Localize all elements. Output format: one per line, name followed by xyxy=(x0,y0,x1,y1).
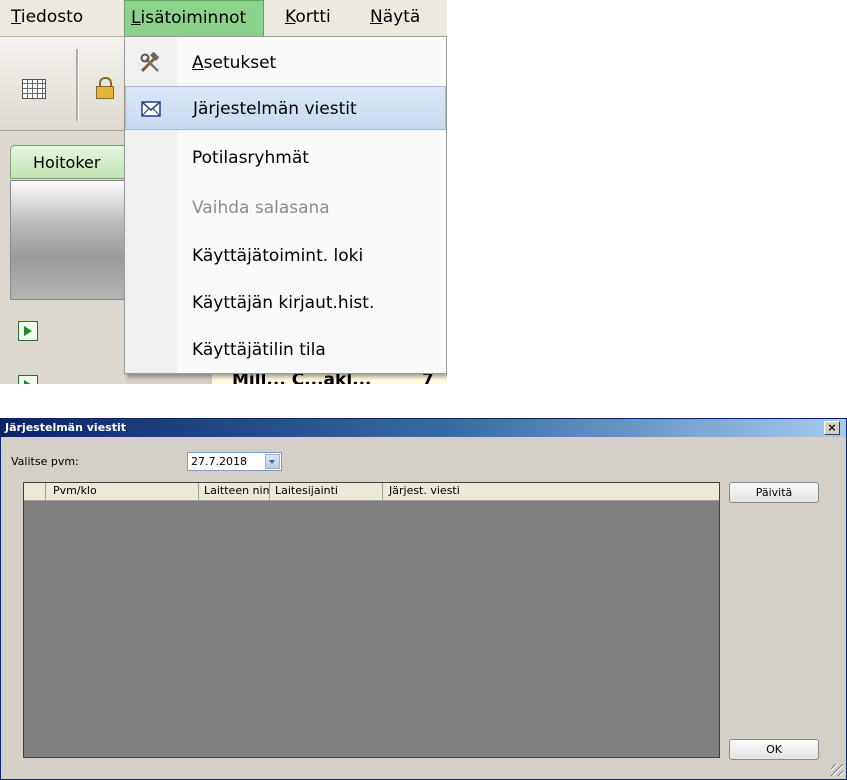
column-header-laitteen-nimi[interactable]: Laitteen nimi xyxy=(199,483,270,500)
menu-nayta[interactable]: Näytä xyxy=(364,0,426,36)
lisatoiminnot-dropdown-menu: Asetukset Järjestelmän viestit Potilasry… xyxy=(124,36,447,374)
resize-grip-icon[interactable] xyxy=(831,764,843,776)
toolbar-separator xyxy=(76,49,79,121)
close-icon[interactable]: × xyxy=(824,421,840,435)
grid-icon[interactable] xyxy=(22,79,46,99)
tools-icon xyxy=(140,52,160,73)
column-header-selector[interactable] xyxy=(24,483,46,500)
table-header: Pvm/klo Laitteen nimi Laitesijainti Järj… xyxy=(24,483,719,501)
menu-item-kayttajatilin-tila[interactable]: Käyttäjätilin tila xyxy=(125,328,446,372)
menu-item-potilasryhmat[interactable]: Potilasryhmät xyxy=(125,136,446,180)
menu-tiedosto[interactable]: Tiedosto xyxy=(5,0,89,36)
menu-item-kayttajan-kirjaut-hist[interactable]: Käyttäjän kirjaut.hist. xyxy=(125,281,446,325)
chevron-down-icon[interactable] xyxy=(265,454,280,469)
system-messages-dialog: Järjestelmän viestit × Valitse pvm: 27.7… xyxy=(0,418,847,780)
date-picker-field[interactable]: 27.7.2018 xyxy=(187,452,282,471)
column-header-laitesijainti[interactable]: Laitesijainti xyxy=(270,483,383,500)
date-label: Valitse pvm: xyxy=(11,455,79,468)
ok-button[interactable]: OK xyxy=(729,739,819,760)
dialog-title: Järjestelmän viestit xyxy=(5,421,126,434)
dialog-titlebar[interactable]: Järjestelmän viestit × xyxy=(1,419,846,437)
messages-table[interactable]: Pvm/klo Laitteen nimi Laitesijainti Järj… xyxy=(23,482,720,758)
menu-lisatoiminnot[interactable]: Lisätoiminnot xyxy=(124,0,264,36)
envelope-icon xyxy=(141,101,161,117)
refresh-button[interactable]: Päivitä xyxy=(729,482,819,503)
column-header-pvm-klo[interactable]: Pvm/klo xyxy=(46,483,199,500)
date-value: 27.7.2018 xyxy=(191,455,247,468)
column-header-jarjest-viesti[interactable]: Järjest. viesti xyxy=(383,483,719,500)
app-window-crop: Tiedosto Lisätoiminnot Kortti Näytä Hoit… xyxy=(0,0,447,384)
menu-item-vaihda-salasana: Vaihda salasana xyxy=(192,198,330,218)
lock-icon[interactable] xyxy=(96,77,114,99)
panel-header-gradient xyxy=(10,180,128,300)
menu-bar: Tiedosto Lisätoiminnot Kortti Näytä xyxy=(0,0,447,37)
tab-hoitokertomus[interactable]: Hoitoker xyxy=(10,145,140,179)
menu-kortti[interactable]: Kortti xyxy=(279,0,337,36)
expand-arrow-icon[interactable] xyxy=(18,375,38,384)
expand-arrow-icon[interactable] xyxy=(18,321,38,341)
menu-item-jarjestelman-viestit[interactable]: Järjestelmän viestit xyxy=(125,86,446,130)
menu-item-kayttajatoimint-loki[interactable]: Käyttäjätoimint. loki xyxy=(125,234,446,278)
left-panel: Hoitoker xyxy=(0,131,140,384)
menu-item-asetukset[interactable]: Asetukset xyxy=(125,41,446,85)
